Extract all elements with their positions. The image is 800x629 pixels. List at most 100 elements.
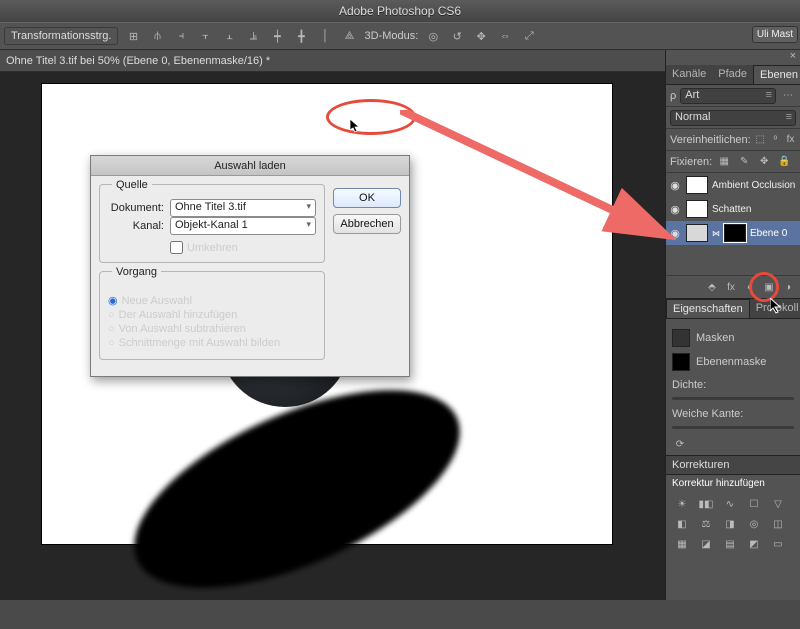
slide-icon[interactable]: ⇔ xyxy=(496,26,514,46)
radio-new-selection[interactable]: ◉Neue Auswahl xyxy=(108,294,316,307)
3d-icon[interactable]: ⟁ xyxy=(340,26,358,46)
ok-button[interactable]: OK xyxy=(333,188,401,208)
layer-row[interactable]: ◉ Ambient Occlusion xyxy=(666,173,800,197)
document-label: Dokument: xyxy=(108,202,164,214)
tool-label: Transformationsstrg. xyxy=(4,27,118,45)
dialog-title: Auswahl laden xyxy=(91,156,409,176)
source-fieldset: Quelle Dokument: Ohne Titel 3.tif Kanal:… xyxy=(99,184,325,263)
new-group-icon[interactable]: ▣ xyxy=(761,280,777,294)
density-label: Dichte: xyxy=(672,379,706,391)
lock-pixels-icon[interactable]: ✎ xyxy=(736,155,752,169)
tab-paths[interactable]: Pfade xyxy=(712,65,753,84)
levels-icon[interactable]: ▮◧ xyxy=(696,496,716,512)
photo-filter-icon[interactable]: ◎ xyxy=(744,516,764,532)
mask-mode-icon[interactable] xyxy=(672,329,690,347)
align-middle-icon[interactable]: ⫠ xyxy=(220,26,238,46)
invert-checkbox[interactable] xyxy=(170,241,183,254)
unify-visibility-icon[interactable]: ᵒ xyxy=(770,133,781,147)
feather-label: Weiche Kante: xyxy=(672,408,743,420)
hue-sat-icon[interactable]: ◧ xyxy=(672,516,692,532)
unify-position-icon[interactable]: ⬚ xyxy=(755,133,766,147)
mask-thumbnail[interactable] xyxy=(724,224,746,242)
align-top-icon[interactable]: ⫟ xyxy=(196,26,214,46)
distribute-h-icon[interactable]: ┿ xyxy=(268,26,286,46)
layer-mask-label: Ebenenmaske xyxy=(696,356,766,368)
options-bar: Transformationsstrg. ⊞ ⫛ ⫞ ⫟ ⫠ ⫡ ┿ ╋ │ ⟁… xyxy=(0,22,800,50)
add-mask-icon[interactable]: ◐ xyxy=(742,280,758,294)
3d-mode-label: 3D-Modus: xyxy=(364,30,418,42)
align-left-icon[interactable]: ⊞ xyxy=(124,26,142,46)
blend-mode-dropdown[interactable]: Normal xyxy=(670,110,796,126)
tab-history[interactable]: Protokoll xyxy=(750,299,800,318)
document-dropdown[interactable]: Ohne Titel 3.tif xyxy=(170,199,316,217)
bw-icon[interactable]: ◨ xyxy=(720,516,740,532)
posterize-icon[interactable]: ▤ xyxy=(720,536,740,552)
scale-icon[interactable]: ⤢ xyxy=(520,26,538,46)
adjustment-layer-icon[interactable]: ◑ xyxy=(780,280,796,294)
layer-thumbnail[interactable] xyxy=(686,224,708,242)
feather-slider[interactable] xyxy=(672,426,794,429)
lock-position-icon[interactable]: ✥ xyxy=(756,155,772,169)
layer-row[interactable]: ◉ ⋈ Ebene 0 xyxy=(666,221,800,245)
app-title-bar: Adobe Photoshop CS6 xyxy=(0,0,800,22)
operation-fieldset: Vorgang ◉Neue Auswahl ○Der Auswahl hinzu… xyxy=(99,271,325,360)
invert-icon[interactable]: ◪ xyxy=(696,536,716,552)
color-balance-icon[interactable]: ⚖ xyxy=(696,516,716,532)
unify-row: Vereinheitlichen: ⬚ ᵒ fx xyxy=(666,129,800,151)
link-icon[interactable]: ⋈ xyxy=(712,229,720,238)
channel-mixer-icon[interactable]: ◫ xyxy=(768,516,788,532)
tab-layers[interactable]: Ebenen xyxy=(753,65,800,84)
layer-row[interactable]: ◉ Schatten xyxy=(666,197,800,221)
visibility-eye-icon[interactable]: ◉ xyxy=(668,178,682,192)
distribute-v-icon[interactable]: ╋ xyxy=(292,26,310,46)
tab-properties[interactable]: Eigenschaften xyxy=(666,299,750,318)
visibility-eye-icon[interactable]: ◉ xyxy=(668,226,682,240)
filter-icon[interactable]: ⋯ xyxy=(780,89,796,103)
link-layers-icon[interactable]: ⬘ xyxy=(704,280,720,294)
panel-close-icon[interactable]: × xyxy=(666,50,800,65)
lookup-icon[interactable]: ▦ xyxy=(672,536,692,552)
roll-icon[interactable]: ↺ xyxy=(448,26,466,46)
filter-kind-dropdown[interactable]: Art xyxy=(680,88,776,104)
source-legend: Quelle xyxy=(112,179,152,191)
lock-transparency-icon[interactable]: ▦ xyxy=(716,155,732,169)
layer-name[interactable]: Schatten xyxy=(712,204,751,215)
density-slider[interactable] xyxy=(672,397,794,400)
unify-style-icon[interactable]: fx xyxy=(785,133,796,147)
align-center-h-icon[interactable]: ⫛ xyxy=(148,26,166,46)
orbit-icon[interactable]: ◎ xyxy=(424,26,442,46)
pan-icon[interactable]: ✥ xyxy=(472,26,490,46)
refine-icon[interactable]: ⟳ xyxy=(672,437,688,451)
gradient-map-icon[interactable]: ▭ xyxy=(768,536,788,552)
exposure-icon[interactable]: ☐ xyxy=(744,496,764,512)
lock-all-icon[interactable]: 🔒 xyxy=(776,155,792,169)
layer-name[interactable]: Ebene 0 xyxy=(750,228,787,239)
layers-panel-tabs: Kanäle Pfade Ebenen xyxy=(666,65,800,85)
invert-checkbox-row[interactable]: Umkehren xyxy=(108,241,316,254)
channel-dropdown[interactable]: Objekt-Kanal 1 xyxy=(170,217,316,235)
align-bottom-icon[interactable]: ⫡ xyxy=(244,26,262,46)
brightness-icon[interactable]: ☀ xyxy=(672,496,692,512)
layer-name[interactable]: Ambient Occlusion xyxy=(712,180,795,191)
load-selection-dialog: Auswahl laden Quelle Dokument: Ohne Tite… xyxy=(90,155,410,377)
layers-footer: ⬘ fx ◐ ▣ ◑ xyxy=(666,275,800,299)
masks-label: Masken xyxy=(696,332,735,344)
lock-label: Fixieren: xyxy=(670,156,712,168)
radio-intersect-selection: ○Schnittmenge mit Auswahl bilden xyxy=(108,337,316,349)
vibrance-icon[interactable]: ▽ xyxy=(768,496,788,512)
curves-icon[interactable]: ∿ xyxy=(720,496,740,512)
layer-thumbnail[interactable] xyxy=(686,176,708,194)
align-right-icon[interactable]: ⫞ xyxy=(172,26,190,46)
cancel-button[interactable]: Abbrechen xyxy=(333,214,401,234)
tab-channels[interactable]: Kanäle xyxy=(666,65,712,84)
layer-thumbnail[interactable] xyxy=(686,200,708,218)
radio-subtract-selection: ○Von Auswahl subtrahieren xyxy=(108,323,316,335)
workspace-switcher[interactable]: Uli Mast xyxy=(752,26,798,43)
right-panels: × Kanäle Pfade Ebenen ρ Art ⋯ Normal Ver… xyxy=(665,50,800,600)
layer-mask-thumb[interactable] xyxy=(672,353,690,371)
visibility-eye-icon[interactable]: ◉ xyxy=(668,202,682,216)
fx-icon[interactable]: fx xyxy=(723,280,739,294)
threshold-icon[interactable]: ◩ xyxy=(744,536,764,552)
add-correction-label: Korrektur hinzufügen xyxy=(666,475,800,492)
channel-label: Kanal: xyxy=(108,220,164,232)
